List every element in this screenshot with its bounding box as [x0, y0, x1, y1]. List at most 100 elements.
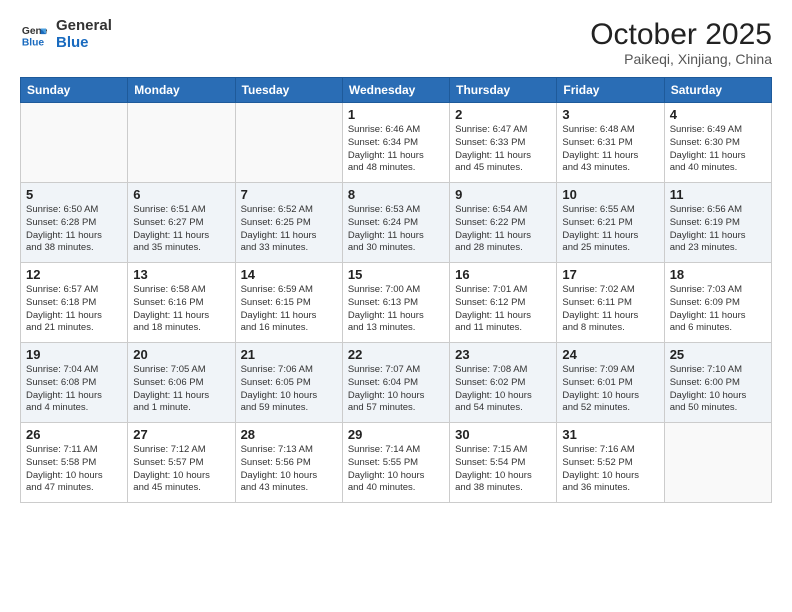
table-row: 26Sunrise: 7:11 AM Sunset: 5:58 PM Dayli…: [21, 423, 128, 503]
title-block: October 2025 Paikeqi, Xinjiang, China: [590, 18, 772, 67]
day-number: 8: [348, 187, 444, 202]
day-number: 16: [455, 267, 551, 282]
day-number: 30: [455, 427, 551, 442]
table-row: 19 Sunrise: 7:04 AM Sunset: 6:08 PM Dayli…: [21, 343, 128, 423]
day-info: Sunrise: 7:09 AM Sunset: 6:01 PM Dayligh…: [562, 364, 658, 415]
day-info: Sunrise: 6:49 AM Sunset: 6:30 PM Dayligh…: [670, 124, 766, 175]
day-info: Sunrise: 6:54 AM Sunset: 6:22 PM Dayligh…: [455, 204, 551, 255]
day-info: Sunrise: 7:12 AM Sunset: 5:57 PM Dayligh…: [133, 444, 229, 495]
table-row: 17 Sunrise: 7:02 AM Sunset: 6:11 PM Dayli…: [557, 263, 664, 343]
day-number: 18: [670, 267, 766, 282]
calendar-week-row: 26Sunrise: 7:11 AM Sunset: 5:58 PM Dayli…: [21, 423, 772, 503]
header: General Blue General Blue October 2025 P…: [20, 18, 772, 67]
day-number: 3: [562, 107, 658, 122]
day-info: Sunrise: 6:58 AM Sunset: 6:16 PM Dayligh…: [133, 284, 229, 335]
day-number: 22: [348, 347, 444, 362]
table-row: [21, 103, 128, 183]
day-number: 27: [133, 427, 229, 442]
table-row: [664, 423, 771, 503]
table-row: 30 Sunrise: 7:15 AM Sunset: 5:54 PM Dayli…: [450, 423, 557, 503]
day-number: 5: [26, 187, 122, 202]
table-row: 16 Sunrise: 7:01 AM Sunset: 6:12 PM Dayli…: [450, 263, 557, 343]
day-number: 29: [348, 427, 444, 442]
day-number: 10: [562, 187, 658, 202]
day-info: Sunrise: 6:46 AM Sunset: 6:34 PM Dayligh…: [348, 124, 444, 175]
day-info: Sunrise: 6:59 AM Sunset: 6:15 PM Dayligh…: [241, 284, 337, 335]
header-saturday: Saturday: [664, 78, 771, 103]
day-info: Sunrise: 7:04 AM Sunset: 6:08 PM Dayligh…: [26, 364, 122, 415]
day-info: Sunrise: 7:10 AM Sunset: 6:00 PM Dayligh…: [670, 364, 766, 415]
day-info: Sunrise: 6:55 AM Sunset: 6:21 PM Dayligh…: [562, 204, 658, 255]
day-info: Sunrise: 7:13 AM Sunset: 5:56 PM Dayligh…: [241, 444, 337, 495]
table-row: 4Sunrise: 6:49 AM Sunset: 6:30 PM Daylig…: [664, 103, 771, 183]
day-number: 1: [348, 107, 444, 122]
day-info: Sunrise: 6:47 AM Sunset: 6:33 PM Dayligh…: [455, 124, 551, 175]
calendar-week-row: 12Sunrise: 6:57 AM Sunset: 6:18 PM Dayli…: [21, 263, 772, 343]
logo: General Blue General Blue: [20, 18, 112, 51]
day-info: Sunrise: 7:07 AM Sunset: 6:04 PM Dayligh…: [348, 364, 444, 415]
calendar-table: Sunday Monday Tuesday Wednesday Thursday…: [20, 77, 772, 503]
day-info: Sunrise: 6:56 AM Sunset: 6:19 PM Dayligh…: [670, 204, 766, 255]
day-number: 6: [133, 187, 229, 202]
logo-icon: General Blue: [20, 21, 48, 49]
day-info: Sunrise: 6:53 AM Sunset: 6:24 PM Dayligh…: [348, 204, 444, 255]
subtitle: Paikeqi, Xinjiang, China: [590, 51, 772, 67]
table-row: 3 Sunrise: 6:48 AM Sunset: 6:31 PM Daylig…: [557, 103, 664, 183]
day-info: Sunrise: 7:02 AM Sunset: 6:11 PM Dayligh…: [562, 284, 658, 335]
table-row: 2Sunrise: 6:47 AM Sunset: 6:33 PM Daylig…: [450, 103, 557, 183]
day-number: 9: [455, 187, 551, 202]
day-number: 19: [26, 347, 122, 362]
day-info: Sunrise: 7:01 AM Sunset: 6:12 PM Dayligh…: [455, 284, 551, 335]
day-number: 25: [670, 347, 766, 362]
table-row: 12Sunrise: 6:57 AM Sunset: 6:18 PM Dayli…: [21, 263, 128, 343]
header-thursday: Thursday: [450, 78, 557, 103]
table-row: 11 Sunrise: 6:56 AM Sunset: 6:19 PM Dayli…: [664, 183, 771, 263]
table-row: 18Sunrise: 7:03 AM Sunset: 6:09 PM Dayli…: [664, 263, 771, 343]
table-row: 25 Sunrise: 7:10 AM Sunset: 6:00 PM Dayli…: [664, 343, 771, 423]
day-number: 24: [562, 347, 658, 362]
day-number: 17: [562, 267, 658, 282]
logo-text-block: General Blue: [56, 18, 112, 51]
day-number: 13: [133, 267, 229, 282]
main-title: October 2025: [590, 18, 772, 51]
day-number: 28: [241, 427, 337, 442]
day-info: Sunrise: 7:00 AM Sunset: 6:13 PM Dayligh…: [348, 284, 444, 335]
table-row: 24 Sunrise: 7:09 AM Sunset: 6:01 PM Dayli…: [557, 343, 664, 423]
header-monday: Monday: [128, 78, 235, 103]
table-row: 22 Sunrise: 7:07 AM Sunset: 6:04 PM Dayli…: [342, 343, 449, 423]
day-number: 14: [241, 267, 337, 282]
svg-text:Blue: Blue: [22, 37, 45, 48]
day-info: Sunrise: 7:16 AM Sunset: 5:52 PM Dayligh…: [562, 444, 658, 495]
day-number: 15: [348, 267, 444, 282]
header-wednesday: Wednesday: [342, 78, 449, 103]
day-number: 20: [133, 347, 229, 362]
day-info: Sunrise: 6:48 AM Sunset: 6:31 PM Dayligh…: [562, 124, 658, 175]
table-row: 5 Sunrise: 6:50 AM Sunset: 6:28 PM Daylig…: [21, 183, 128, 263]
header-friday: Friday: [557, 78, 664, 103]
table-row: 7Sunrise: 6:52 AM Sunset: 6:25 PM Daylig…: [235, 183, 342, 263]
table-row: 14 Sunrise: 6:59 AM Sunset: 6:15 PM Dayli…: [235, 263, 342, 343]
table-row: 20 Sunrise: 7:05 AM Sunset: 6:06 PM Dayli…: [128, 343, 235, 423]
table-row: 21Sunrise: 7:06 AM Sunset: 6:05 PM Dayli…: [235, 343, 342, 423]
calendar-week-row: 19 Sunrise: 7:04 AM Sunset: 6:08 PM Dayli…: [21, 343, 772, 423]
table-row: 6Sunrise: 6:51 AM Sunset: 6:27 PM Daylig…: [128, 183, 235, 263]
table-row: 13 Sunrise: 6:58 AM Sunset: 6:16 PM Dayli…: [128, 263, 235, 343]
day-info: Sunrise: 7:15 AM Sunset: 5:54 PM Dayligh…: [455, 444, 551, 495]
table-row: 9 Sunrise: 6:54 AM Sunset: 6:22 PM Daylig…: [450, 183, 557, 263]
day-info: Sunrise: 7:05 AM Sunset: 6:06 PM Dayligh…: [133, 364, 229, 415]
day-number: 11: [670, 187, 766, 202]
logo-general: General: [56, 18, 112, 35]
day-number: 31: [562, 427, 658, 442]
day-info: Sunrise: 6:50 AM Sunset: 6:28 PM Dayligh…: [26, 204, 122, 255]
logo-blue: Blue: [56, 35, 112, 52]
table-row: 23Sunrise: 7:08 AM Sunset: 6:02 PM Dayli…: [450, 343, 557, 423]
table-row: 8 Sunrise: 6:53 AM Sunset: 6:24 PM Daylig…: [342, 183, 449, 263]
page: General Blue General Blue October 2025 P…: [0, 0, 792, 612]
header-tuesday: Tuesday: [235, 78, 342, 103]
table-row: 1 Sunrise: 6:46 AM Sunset: 6:34 PM Daylig…: [342, 103, 449, 183]
table-row: 10 Sunrise: 6:55 AM Sunset: 6:21 PM Dayli…: [557, 183, 664, 263]
day-info: Sunrise: 7:11 AM Sunset: 5:58 PM Dayligh…: [26, 444, 122, 495]
day-number: 7: [241, 187, 337, 202]
table-row: 28 Sunrise: 7:13 AM Sunset: 5:56 PM Dayli…: [235, 423, 342, 503]
table-row: 27 Sunrise: 7:12 AM Sunset: 5:57 PM Dayli…: [128, 423, 235, 503]
